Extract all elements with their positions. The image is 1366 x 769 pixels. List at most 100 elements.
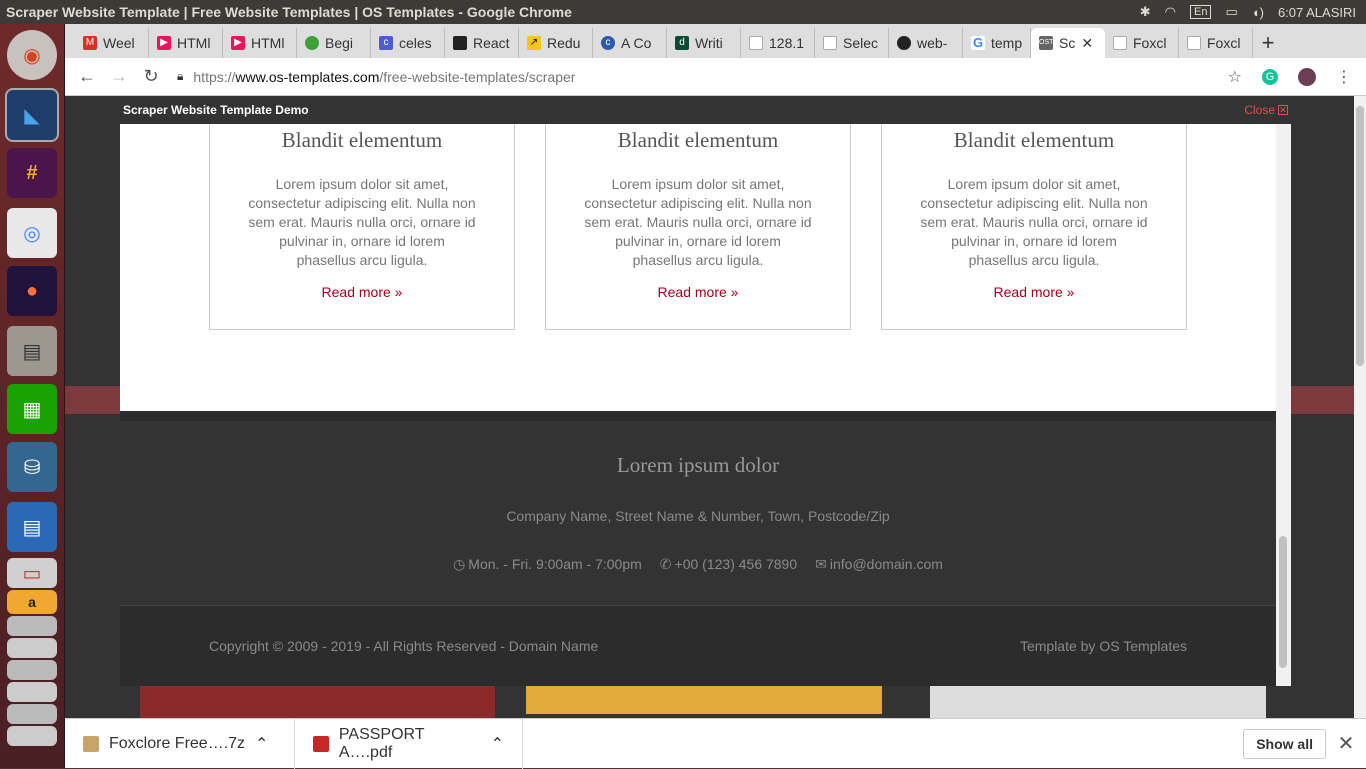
firefox-icon[interactable]: ●	[7, 266, 57, 316]
calc-icon[interactable]: ▦	[7, 384, 57, 434]
download-item[interactable]: PASSPORT A….pdf ⌃	[295, 718, 523, 769]
modal-close-button[interactable]: Close ✕	[1244, 103, 1288, 117]
page-scrollbar[interactable]	[1354, 96, 1366, 718]
read-more-link[interactable]: Read more »	[882, 284, 1186, 300]
amazon-icon[interactable]: a	[7, 590, 57, 614]
stack-icon-4[interactable]	[7, 682, 57, 702]
tab-label: A Co	[621, 35, 652, 51]
card-text: Lorem ipsum dolor sit amet, consectetur …	[920, 176, 1148, 268]
tab-active[interactable]: OST Sc ✕	[1031, 28, 1105, 58]
close-icon: ✕	[1278, 105, 1288, 115]
chevron-up-icon[interactable]: ⌃	[491, 734, 504, 754]
keyboard-language[interactable]: En	[1189, 5, 1212, 19]
ubuntu-dash-icon[interactable]: ◉	[7, 30, 57, 80]
page-scrollbar-thumb[interactable]	[1356, 106, 1364, 366]
tab-10[interactable]: 128.1	[741, 28, 815, 58]
stack-icon-2[interactable]	[7, 638, 57, 658]
download-item[interactable]: Foxclore Free….7z ⌃	[65, 718, 295, 769]
tab-4[interactable]: Begi	[297, 28, 371, 58]
footer-heading: Lorem ipsum dolor	[616, 453, 780, 477]
grammarly-icon[interactable]: G	[1262, 68, 1278, 85]
tab-1[interactable]: M Weel	[75, 28, 149, 58]
stack-icon-5[interactable]	[7, 704, 57, 724]
background-button	[526, 686, 882, 714]
footer-phone: +00 (123) 456 7890	[674, 556, 798, 572]
battery-icon[interactable]: ▭	[1225, 4, 1237, 20]
frame-scrollbar-thumb[interactable]	[1279, 536, 1287, 668]
close-downloads-icon[interactable]: ✕	[1326, 731, 1366, 756]
tab-8[interactable]: c A Co	[593, 28, 667, 58]
card-text: Lorem ipsum dolor sit amet, consectetur …	[584, 176, 812, 268]
demo-frame: Blandit elementum Lorem ipsum dolor sit …	[120, 124, 1291, 686]
tab-label: celes	[399, 35, 432, 51]
envelope-icon: ✉	[815, 556, 827, 572]
vscode-icon[interactable]: ◣	[7, 90, 57, 140]
tab-close-icon[interactable]: ✕	[1081, 35, 1093, 52]
tab-favicon: ↗	[527, 36, 541, 50]
background-image-1	[140, 686, 495, 718]
tab-13[interactable]: Gtemp	[963, 28, 1031, 58]
postgres-icon[interactable]: ⛁	[7, 442, 57, 492]
bookmark-star-icon[interactable]: ☆	[1228, 67, 1242, 87]
read-more-link[interactable]: Read more »	[546, 284, 850, 300]
tab-label: HTMl	[177, 35, 211, 51]
writer-icon[interactable]: ▤	[7, 502, 57, 552]
tab-favicon	[897, 36, 911, 50]
wifi-icon[interactable]: ◠	[1165, 4, 1176, 20]
tab-11[interactable]: Selec	[815, 28, 889, 58]
page-viewport: Scraper Website Template Demo Close ✕ Bla…	[65, 96, 1354, 718]
window-title: Scraper Website Template | Free Website …	[6, 4, 572, 20]
tab-15[interactable]: Foxcl	[1105, 28, 1179, 58]
slack-icon[interactable]: #	[7, 148, 57, 198]
avatar[interactable]	[1298, 67, 1316, 86]
tab-label: Sc	[1059, 35, 1076, 51]
menu-dots-icon[interactable]: ⋮	[1336, 67, 1352, 87]
template-credit-link[interactable]: Template by OS Templates	[1020, 638, 1187, 654]
read-more-link[interactable]: Read more »	[210, 284, 514, 300]
stack-icon-3[interactable]	[7, 660, 57, 680]
copyright-text: Copyright © 2009 - 2019 - All Rights Res…	[209, 638, 599, 654]
system-top-bar: Scraper Website Template | Free Website …	[0, 0, 1366, 24]
reload-icon[interactable]: ↻	[135, 66, 167, 87]
url-field[interactable]: 🔒︎ https://www.os-templates.com/free-web…	[177, 69, 1228, 85]
tab-label: Selec	[843, 35, 879, 51]
clock-icon: ◷	[453, 556, 466, 572]
show-all-button[interactable]: Show all	[1243, 728, 1326, 759]
tab-6[interactable]: React	[445, 28, 519, 58]
frame-scrollbar[interactable]	[1276, 124, 1291, 686]
tab-label: Foxcl	[1133, 35, 1167, 51]
tab-9[interactable]: d Writi	[667, 28, 741, 58]
clock[interactable]: 6:07 ALASIRI	[1278, 5, 1356, 20]
url-path: /free-website-templates/scraper	[379, 68, 576, 85]
chrome-icon[interactable]: ◎	[7, 208, 57, 258]
tab-label: Begi	[325, 35, 354, 51]
tab-label: web-	[917, 35, 948, 51]
lock-icon: 🔒︎	[177, 69, 184, 83]
chevron-up-icon[interactable]: ⌃	[255, 734, 268, 754]
impress-icon[interactable]: ▭	[7, 558, 57, 588]
volume-icon[interactable]: ◖)	[1252, 5, 1264, 20]
tab-label: React	[473, 35, 510, 51]
card-title: Blandit elementum	[617, 128, 779, 152]
stack-icon-6[interactable]	[7, 726, 57, 746]
download-name: PASSPORT A….pdf	[338, 725, 425, 761]
back-arrow-icon[interactable]: ←	[71, 66, 103, 87]
slack-tray-icon[interactable]: ✱	[1140, 4, 1151, 20]
stack-icon-1[interactable]	[7, 616, 57, 636]
feature-card: Blandit elementum Lorem ipsum dolor sit …	[545, 124, 851, 330]
modal-title: Scraper Website Template Demo	[123, 103, 309, 117]
tab-3[interactable]: ▶ HTMl	[223, 28, 297, 58]
downloads-bar: Foxclore Free….7z ⌃ PASSPORT A….pdf ⌃ Sh…	[65, 718, 1366, 769]
footer-email[interactable]: info@domain.com	[830, 556, 943, 572]
tab-16[interactable]: Foxcl	[1179, 28, 1253, 58]
modal-header: Scraper Website Template Demo Close ✕	[120, 96, 1291, 124]
archive-icon	[83, 735, 99, 752]
files-icon[interactable]: ▤	[7, 326, 57, 376]
tab-2[interactable]: ▶ HTMl	[149, 28, 223, 58]
tab-label: Weel	[103, 35, 135, 51]
tab-12[interactable]: web-	[889, 28, 963, 58]
tab-5[interactable]: c celes	[371, 28, 445, 58]
forward-arrow-icon[interactable]: →	[103, 66, 135, 87]
new-tab-button[interactable]: +	[1253, 28, 1283, 58]
tab-7[interactable]: ↗ Redu	[519, 28, 593, 58]
